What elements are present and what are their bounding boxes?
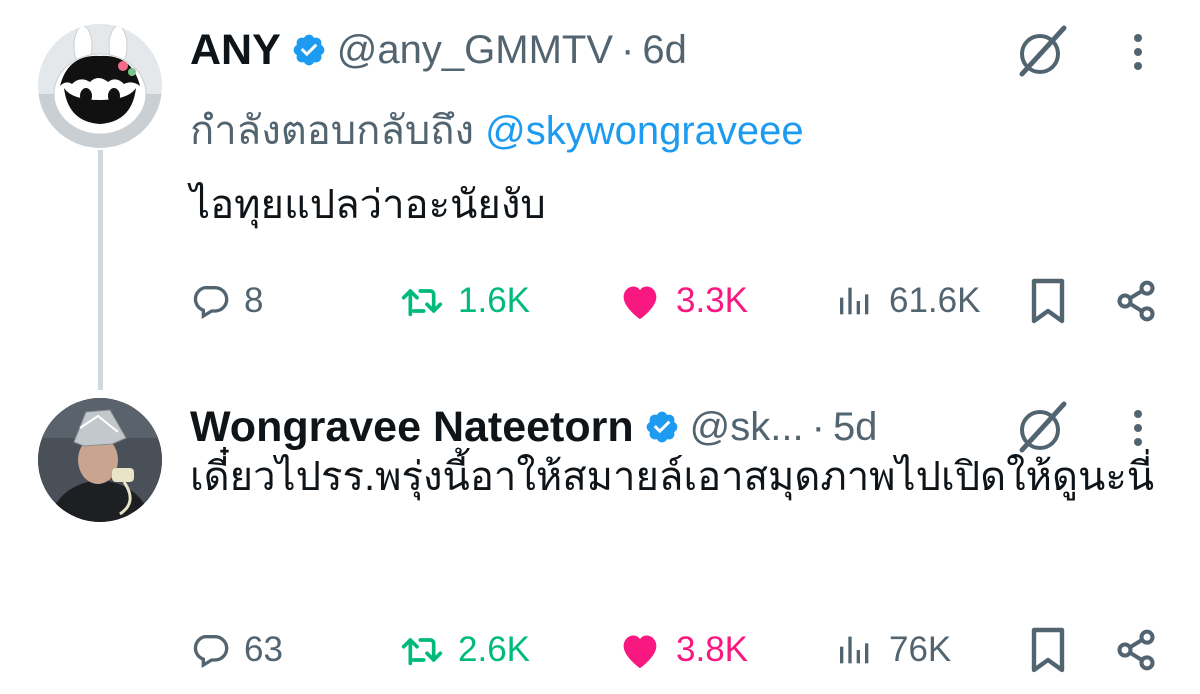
retweet-icon [401,638,443,666]
share-icon[interactable] [1114,628,1158,672]
action-bar: 8 1.6K 3.3K 61.6K [190,273,1160,329]
mention-link[interactable]: @skywongraveee [485,109,804,153]
tweet-text: เดี๋ยวไปรร.พรุ่งนี้อาให้สมายล์เอาสมุดภาพ… [190,455,1155,499]
more-icon[interactable] [1126,398,1150,458]
view-count: 76K [889,630,952,669]
separator: · [811,404,825,449]
retweet-count: 2.6K [458,630,530,669]
like-button[interactable]: 3.8K [618,622,748,678]
retweet-button[interactable]: 2.6K [400,622,530,678]
reply-icon [193,286,229,319]
reply-icon [193,635,229,668]
retweet-button[interactable]: 1.6K [400,273,530,329]
reply-count: 63 [244,630,283,669]
like-count: 3.8K [676,630,748,669]
like-button[interactable]: 3.3K [618,273,748,329]
tweet-header: Wongravee Nateetorn @sk... · 5d [190,397,877,457]
action-bar: 63 2.6K 3.8K 76K [190,622,1160,678]
avatar[interactable] [38,398,162,522]
like-icon [623,635,657,669]
tweet-text: ไอทุยแปลว่าอะนัยงับ [190,183,546,227]
display-name[interactable]: Wongravee Nateetorn [190,403,634,452]
timestamp[interactable]: 6d [642,28,687,73]
views-button[interactable]: 76K [835,622,951,678]
view-count: 61.6K [889,281,981,320]
tweet-header: ANY @any_GMMTV · 6d [190,20,687,80]
views-button[interactable]: 61.6K [835,273,980,329]
thread-line [98,150,103,390]
reply-count: 8 [244,281,264,320]
replying-to: กำลังตอบกลับถึง @skywongraveee [190,98,804,162]
reply-button[interactable]: 63 [190,622,283,678]
reply-button[interactable]: 8 [190,273,263,329]
like-count: 3.3K [676,281,748,320]
retweet-icon [401,289,443,317]
handle[interactable]: @sk... [690,405,804,450]
like-icon [623,286,657,320]
avatar[interactable] [38,24,162,148]
tweet[interactable]: Wongravee Nateetorn @sk... · 5d เดี๋ยวไป… [0,370,1200,694]
verified-icon [291,32,327,68]
tweet[interactable]: ANY @any_GMMTV · 6d กำลังตอบกลับถึง @sky… [0,0,1200,390]
grok-icon[interactable] [1012,398,1072,458]
handle[interactable]: @any_GMMTV [337,28,613,73]
verified-icon [644,409,680,445]
timestamp[interactable]: 5d [833,405,878,450]
bookmark-icon[interactable] [1028,626,1068,674]
retweet-count: 1.6K [458,281,530,320]
separator: · [621,27,635,72]
more-icon[interactable] [1126,22,1150,82]
views-icon [840,636,869,664]
display-name[interactable]: ANY [190,26,281,75]
replying-prefix: กำลังตอบกลับถึง [190,109,486,153]
share-icon[interactable] [1114,279,1158,323]
bookmark-icon[interactable] [1028,277,1068,325]
views-icon [840,287,869,315]
grok-icon[interactable] [1012,22,1072,82]
